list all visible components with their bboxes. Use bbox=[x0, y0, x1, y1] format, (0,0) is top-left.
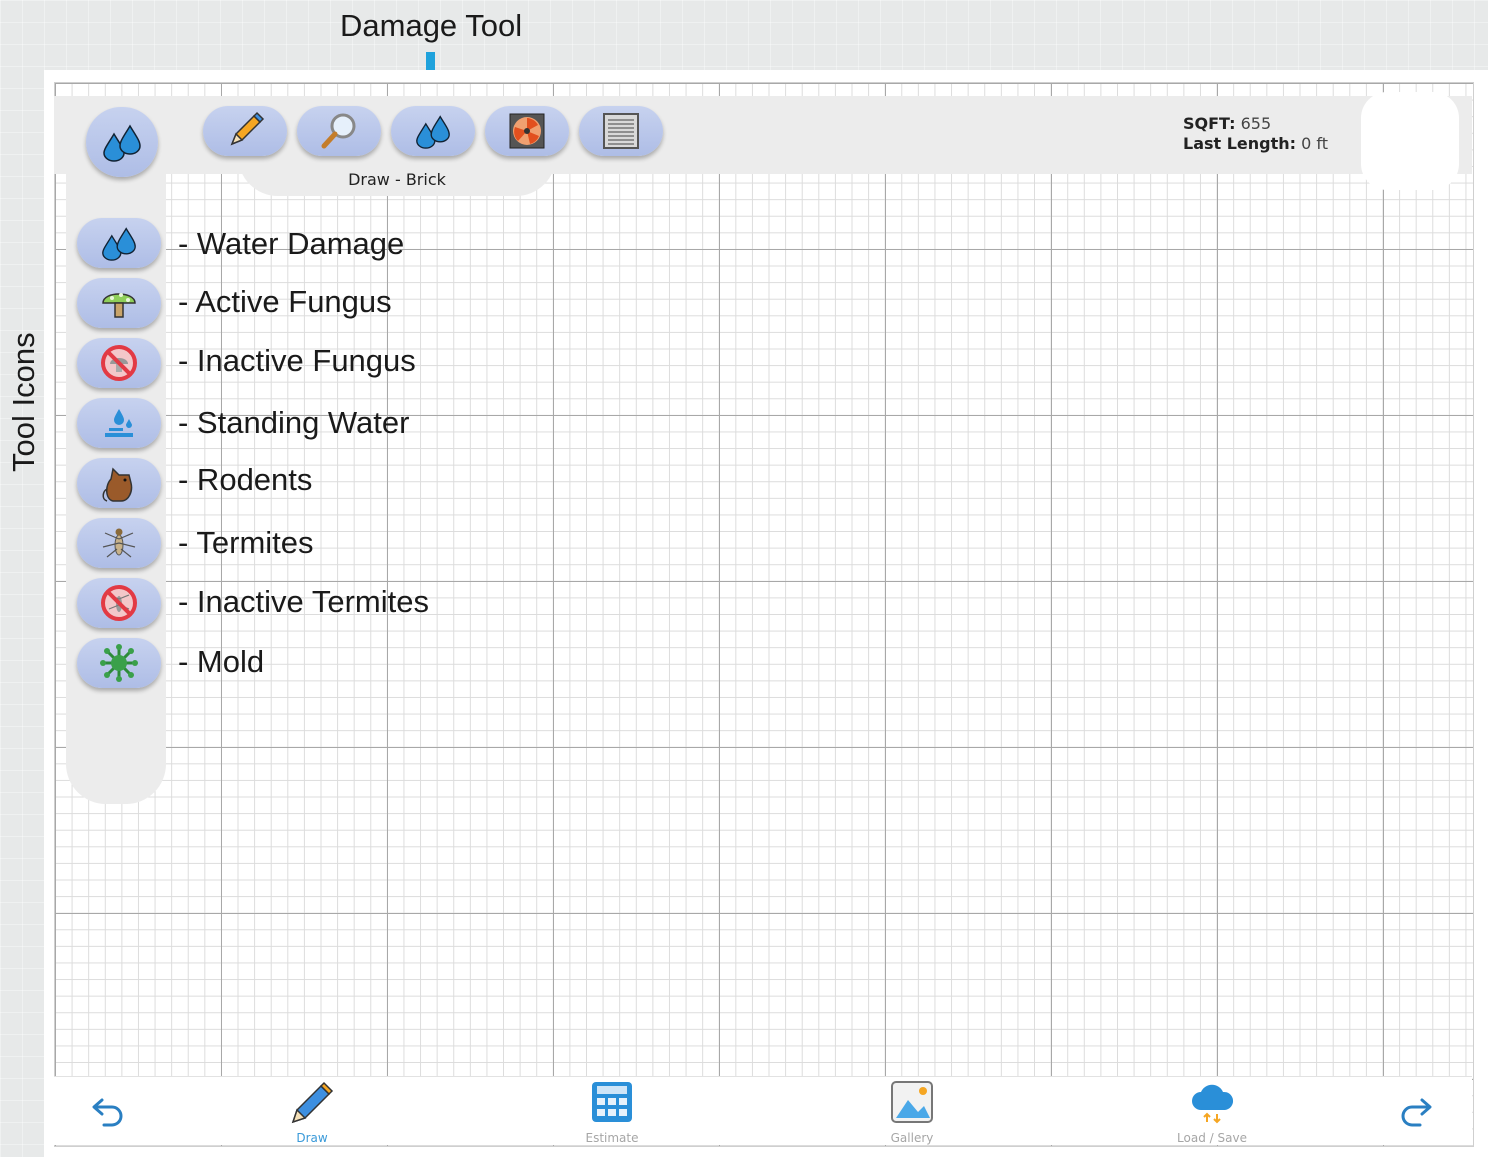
undo-button[interactable] bbox=[90, 1092, 126, 1133]
calculator-icon bbox=[592, 1082, 632, 1122]
active-damage-tool-button[interactable] bbox=[86, 107, 158, 177]
nav-estimate-label: Estimate bbox=[585, 1131, 639, 1145]
mold-button[interactable] bbox=[77, 638, 161, 688]
inactive-fungus-button[interactable] bbox=[77, 338, 161, 388]
corner-button[interactable] bbox=[1361, 92, 1459, 190]
fan-icon bbox=[509, 113, 545, 149]
nav-estimate[interactable]: Estimate bbox=[552, 1080, 672, 1145]
damage-tool-callout: Damage Tool bbox=[340, 8, 523, 43]
pencil-icon bbox=[291, 1081, 334, 1124]
legend-inactive-fungus: - Inactive Fungus bbox=[178, 343, 416, 378]
nav-load-save-label: Load / Save bbox=[1177, 1131, 1247, 1145]
legend-rodents: - Rodents bbox=[178, 462, 313, 497]
rodent-icon bbox=[102, 467, 133, 502]
gallery-icon bbox=[891, 1081, 933, 1123]
last-length-label: Last Length: bbox=[1183, 134, 1297, 153]
pencil-icon bbox=[230, 111, 265, 146]
active-fungus-button[interactable] bbox=[77, 278, 161, 328]
legend-termites: - Termites bbox=[178, 525, 314, 560]
termites-button[interactable] bbox=[77, 518, 161, 568]
water-damage-button[interactable] bbox=[77, 218, 161, 268]
legend-standing-water: - Standing Water bbox=[178, 405, 410, 440]
inactive-fungus-icon bbox=[101, 345, 137, 381]
rodents-button[interactable] bbox=[77, 458, 161, 508]
tool-icons-callout: Tool Icons bbox=[6, 332, 41, 472]
water-drops-icon bbox=[103, 124, 141, 162]
damage-tool-button[interactable] bbox=[391, 106, 475, 156]
standing-water-icon bbox=[105, 409, 133, 437]
fan-tool-button[interactable] bbox=[485, 106, 569, 156]
legend-water-damage: - Water Damage bbox=[178, 226, 405, 261]
panel-icon bbox=[603, 113, 639, 149]
water-drops-icon bbox=[102, 227, 136, 261]
redo-button[interactable] bbox=[1398, 1092, 1434, 1133]
inactive-termite-icon bbox=[101, 585, 137, 621]
current-tool-caption: Draw - Brick bbox=[348, 170, 446, 189]
inactive-termites-button[interactable] bbox=[77, 578, 161, 628]
mushroom-icon bbox=[102, 293, 136, 318]
last-length-value: 0 ft bbox=[1301, 134, 1329, 153]
nav-draw-label: Draw bbox=[296, 1131, 328, 1145]
sqft-label: SQFT: bbox=[1183, 114, 1236, 133]
legend-mold: - Mold bbox=[178, 644, 265, 679]
cloud-sync-icon bbox=[1192, 1084, 1234, 1124]
panel-tool-button[interactable] bbox=[579, 106, 663, 156]
measurements-panel: SQFT: 655 Last Length: 0 ft bbox=[1183, 114, 1328, 154]
redo-icon bbox=[1401, 1098, 1432, 1127]
pencil-tool-button[interactable] bbox=[203, 106, 287, 156]
legend-active-fungus: - Active Fungus bbox=[178, 284, 392, 319]
damage-tool-panel bbox=[66, 96, 166, 804]
undo-icon bbox=[92, 1098, 123, 1127]
nav-gallery-label: Gallery bbox=[890, 1131, 934, 1145]
mold-icon bbox=[100, 644, 138, 682]
sqft-value: 655 bbox=[1240, 114, 1272, 133]
standing-water-button[interactable] bbox=[77, 398, 161, 448]
legend-inactive-termites: - Inactive Termites bbox=[178, 584, 429, 619]
search-tool-button[interactable] bbox=[297, 106, 381, 156]
water-drops-icon bbox=[416, 115, 450, 149]
nav-draw[interactable]: Draw bbox=[252, 1080, 372, 1145]
termite-icon bbox=[102, 528, 136, 558]
nav-load-save[interactable]: Load / Save bbox=[1152, 1080, 1272, 1145]
nav-gallery[interactable]: Gallery bbox=[852, 1080, 972, 1145]
magnifier-icon bbox=[321, 113, 356, 149]
